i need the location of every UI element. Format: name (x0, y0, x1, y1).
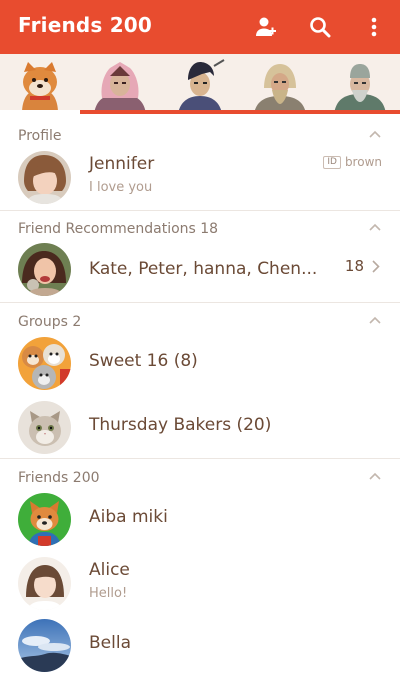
avatar (18, 337, 71, 390)
section-recommendations-label: Friend Recommendations 18 (18, 221, 219, 237)
chevron-up-icon[interactable] (368, 470, 382, 484)
group-name: Sweet 16 (8) (89, 351, 198, 371)
tab-shiba-dog[interactable] (0, 54, 80, 114)
bearded-warrior-icon (254, 64, 306, 114)
ninja-icon (178, 59, 225, 114)
tab-ninja[interactable] (160, 54, 240, 114)
recommendation-count-value: 18 (344, 257, 364, 275)
group-name: Thursday Bakers (20) (89, 415, 272, 435)
avatar (18, 243, 71, 296)
friend-name: Bella (89, 633, 131, 653)
avatar (18, 151, 71, 204)
section-groups[interactable]: Groups 2 (0, 310, 400, 332)
page-title: Friends 200 (18, 13, 153, 37)
recommendation-names: Kate, Peter, hanna, Chen... (89, 259, 318, 279)
chevron-up-icon[interactable] (368, 314, 382, 328)
recommendations-row[interactable]: Kate, Peter, hanna, Chen... 18 (0, 237, 400, 299)
old-master-icon (334, 64, 386, 114)
tab-underline (80, 110, 400, 114)
search-icon[interactable] (305, 12, 335, 42)
divider (0, 458, 400, 459)
friend-row[interactable]: Bella (0, 613, 400, 675)
app-header: Friends 200 (0, 0, 400, 54)
section-profile-label: Profile (18, 128, 62, 144)
chevron-up-icon[interactable] (368, 128, 382, 142)
profile-row[interactable]: Jennifer I love you ID brown (0, 145, 400, 207)
friend-row[interactable]: Aiba miki (0, 487, 400, 549)
add-friend-icon[interactable] (251, 12, 281, 42)
avatar (18, 619, 71, 672)
more-vertical-icon[interactable] (359, 12, 389, 42)
section-friends[interactable]: Friends 200 (0, 466, 400, 488)
friend-name: Aiba miki (89, 507, 168, 527)
divider (0, 302, 400, 303)
divider (0, 210, 400, 211)
section-friends-label: Friends 200 (18, 470, 100, 486)
friend-row[interactable]: Alice Hello! (0, 551, 400, 613)
friend-status: I love you (89, 180, 153, 195)
group-row[interactable]: Sweet 16 (8) (0, 331, 400, 393)
chevron-right-icon (372, 259, 380, 273)
avatar (18, 401, 71, 454)
tab-old-master[interactable] (320, 54, 400, 114)
friend-name: Jennifer (89, 154, 155, 174)
theme-tabs (0, 54, 400, 114)
id-badge-label: ID (323, 155, 341, 169)
avatar (18, 493, 71, 546)
shiba-dog-icon (22, 62, 58, 113)
friend-name: Alice (89, 560, 130, 580)
recommendation-count: 18 (345, 257, 380, 275)
id-value: brown (344, 155, 382, 169)
friend-status: Hello! (89, 586, 128, 601)
section-profile[interactable]: Profile (0, 124, 400, 146)
id-badge: ID brown (323, 155, 382, 169)
samurai-warrior-icon (94, 62, 146, 114)
tab-selected-indicator (0, 110, 80, 114)
tab-bearded-warrior[interactable] (240, 54, 320, 114)
chevron-up-icon[interactable] (368, 221, 382, 235)
group-row[interactable]: Thursday Bakers (20) (0, 395, 400, 457)
avatar (18, 557, 71, 610)
tab-samurai-warrior[interactable] (80, 54, 160, 114)
section-groups-label: Groups 2 (18, 314, 82, 330)
section-recommendations[interactable]: Friend Recommendations 18 (0, 217, 400, 239)
